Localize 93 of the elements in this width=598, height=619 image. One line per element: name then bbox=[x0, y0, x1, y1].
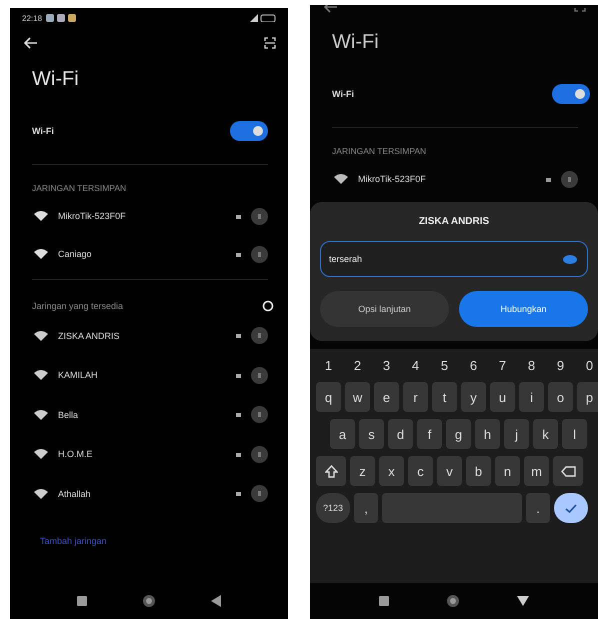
info-icon[interactable] bbox=[251, 246, 268, 262]
keyboard-key[interactable]: 5 bbox=[432, 355, 458, 375]
section-heading: JARINGAN TERSIMPAN bbox=[331, 145, 428, 158]
network-item[interactable]: H.O.M.E bbox=[10, 434, 288, 474]
keyboard-key[interactable]: 3 bbox=[374, 355, 400, 375]
wifi-icon bbox=[34, 488, 48, 499]
keyboard-key[interactable]: 1 bbox=[316, 355, 342, 375]
keyboard-key[interactable]: c bbox=[408, 456, 434, 486]
wifi-icon bbox=[34, 370, 48, 380]
keyboard-key[interactable]: d bbox=[388, 419, 414, 449]
home-icon[interactable] bbox=[142, 594, 156, 608]
home-icon[interactable] bbox=[446, 594, 460, 608]
symbols-key[interactable]: ?123 bbox=[316, 493, 350, 523]
info-icon[interactable] bbox=[251, 366, 268, 384]
info-icon[interactable] bbox=[251, 446, 268, 463]
keyboard-key[interactable]: h bbox=[475, 419, 500, 449]
wifi-icon bbox=[34, 330, 48, 341]
network-item[interactable]: MikroTik-523F0F bbox=[310, 160, 598, 198]
password-field[interactable]: terserah bbox=[320, 241, 588, 277]
info-icon[interactable] bbox=[251, 406, 268, 424]
keyboard-key[interactable]: b bbox=[466, 456, 492, 486]
wifi-icon bbox=[34, 449, 48, 460]
keyboard-key[interactable]: t bbox=[432, 382, 458, 412]
info-icon[interactable] bbox=[561, 170, 578, 188]
keyboard-key[interactable]: 8 bbox=[519, 355, 544, 375]
keyboard-key[interactable]: 6 bbox=[461, 355, 486, 375]
info-icon[interactable] bbox=[251, 327, 268, 344]
backspace-icon bbox=[560, 466, 576, 476]
shift-icon bbox=[324, 464, 338, 478]
section-heading: Jaringan yang tersedia bbox=[32, 301, 124, 311]
page-title: Wi-Fi bbox=[31, 67, 80, 92]
keyboard-key[interactable]: w bbox=[345, 382, 370, 412]
keyboard-key[interactable]: m bbox=[524, 456, 550, 486]
keyboard-key[interactable]: g bbox=[446, 419, 472, 449]
network-item[interactable]: KAMILAH bbox=[10, 356, 288, 395]
keyboard-key[interactable]: n bbox=[495, 456, 520, 486]
backspace-key[interactable] bbox=[553, 456, 584, 486]
dialog-title: ZISKA ANDRIS bbox=[418, 216, 490, 227]
keyboard-key[interactable]: 7 bbox=[490, 355, 516, 375]
wifi-icon bbox=[34, 410, 48, 420]
keyboard-key[interactable]: 9 bbox=[548, 355, 574, 375]
dialog-button[interactable]: Hubungkan bbox=[459, 291, 588, 327]
info-icon[interactable] bbox=[251, 485, 268, 502]
status-time: 22:18 bbox=[22, 14, 42, 22]
keyboard-key[interactable]: k bbox=[533, 419, 558, 449]
keyboard-key[interactable]: v bbox=[437, 456, 462, 486]
wifi-icon bbox=[34, 211, 48, 221]
recents-icon[interactable] bbox=[378, 596, 389, 606]
keyboard-key[interactable]: e bbox=[374, 382, 400, 412]
wifi-switch[interactable] bbox=[230, 121, 268, 141]
keyboard-key[interactable]: x bbox=[379, 456, 404, 486]
keyboard-key[interactable]: , bbox=[354, 493, 378, 523]
network-item[interactable]: Caniago bbox=[10, 235, 288, 273]
back-icon[interactable] bbox=[210, 595, 221, 607]
keyboard-key[interactable]: 0 bbox=[577, 355, 598, 375]
wifi-icon bbox=[334, 174, 348, 184]
keyboard-key[interactable]: f bbox=[417, 419, 442, 449]
wifi-switch[interactable] bbox=[552, 84, 590, 104]
keyboard-hide-icon[interactable] bbox=[517, 596, 530, 606]
keyboard-key[interactable]: o bbox=[548, 382, 574, 412]
keyboard-key[interactable]: 2 bbox=[345, 355, 370, 375]
section-heading: JARINGAN TERSIMPAN bbox=[31, 182, 128, 195]
info-icon[interactable] bbox=[251, 208, 268, 224]
signal-battery-icon bbox=[250, 14, 276, 22]
keyboard-key[interactable]: p bbox=[577, 382, 598, 412]
enter-key[interactable] bbox=[554, 493, 588, 523]
wifi-label: Wi-Fi bbox=[332, 89, 354, 99]
recents-icon[interactable] bbox=[77, 596, 88, 606]
keyboard-key[interactable]: 4 bbox=[403, 355, 428, 375]
keyboard-key[interactable]: i bbox=[519, 382, 544, 412]
keyboard-key[interactable]: j bbox=[504, 419, 530, 449]
keyboard-key[interactable]: y bbox=[461, 382, 486, 412]
keyboard-key[interactable]: z bbox=[350, 456, 376, 486]
shift-key[interactable] bbox=[316, 456, 346, 486]
dialog-button[interactable]: Opsi lanjutan bbox=[320, 291, 450, 327]
network-item[interactable]: Bella bbox=[10, 395, 288, 434]
check-icon bbox=[565, 504, 578, 512]
keyboard-key[interactable]: r bbox=[403, 382, 428, 412]
wifi-label: Wi-Fi bbox=[32, 126, 54, 136]
eye-icon[interactable] bbox=[563, 254, 577, 264]
keyboard-key[interactable]: a bbox=[330, 419, 356, 449]
keyboard-key[interactable]: l bbox=[562, 419, 588, 449]
page-title: Wi-Fi bbox=[331, 30, 380, 55]
network-item[interactable]: MikroTik-523F0F bbox=[10, 197, 288, 235]
network-item[interactable]: Athallah bbox=[10, 474, 288, 514]
keyboard-key[interactable]: u bbox=[490, 382, 516, 412]
notification-icons bbox=[46, 14, 76, 22]
keyboard-key[interactable]: s bbox=[359, 419, 384, 449]
keyboard-key[interactable]: . bbox=[526, 493, 550, 523]
wifi-icon bbox=[34, 249, 48, 259]
loading-icon bbox=[262, 300, 274, 312]
network-item[interactable]: ZISKA ANDRIS bbox=[10, 316, 288, 356]
keyboard-key[interactable]: q bbox=[316, 382, 342, 412]
